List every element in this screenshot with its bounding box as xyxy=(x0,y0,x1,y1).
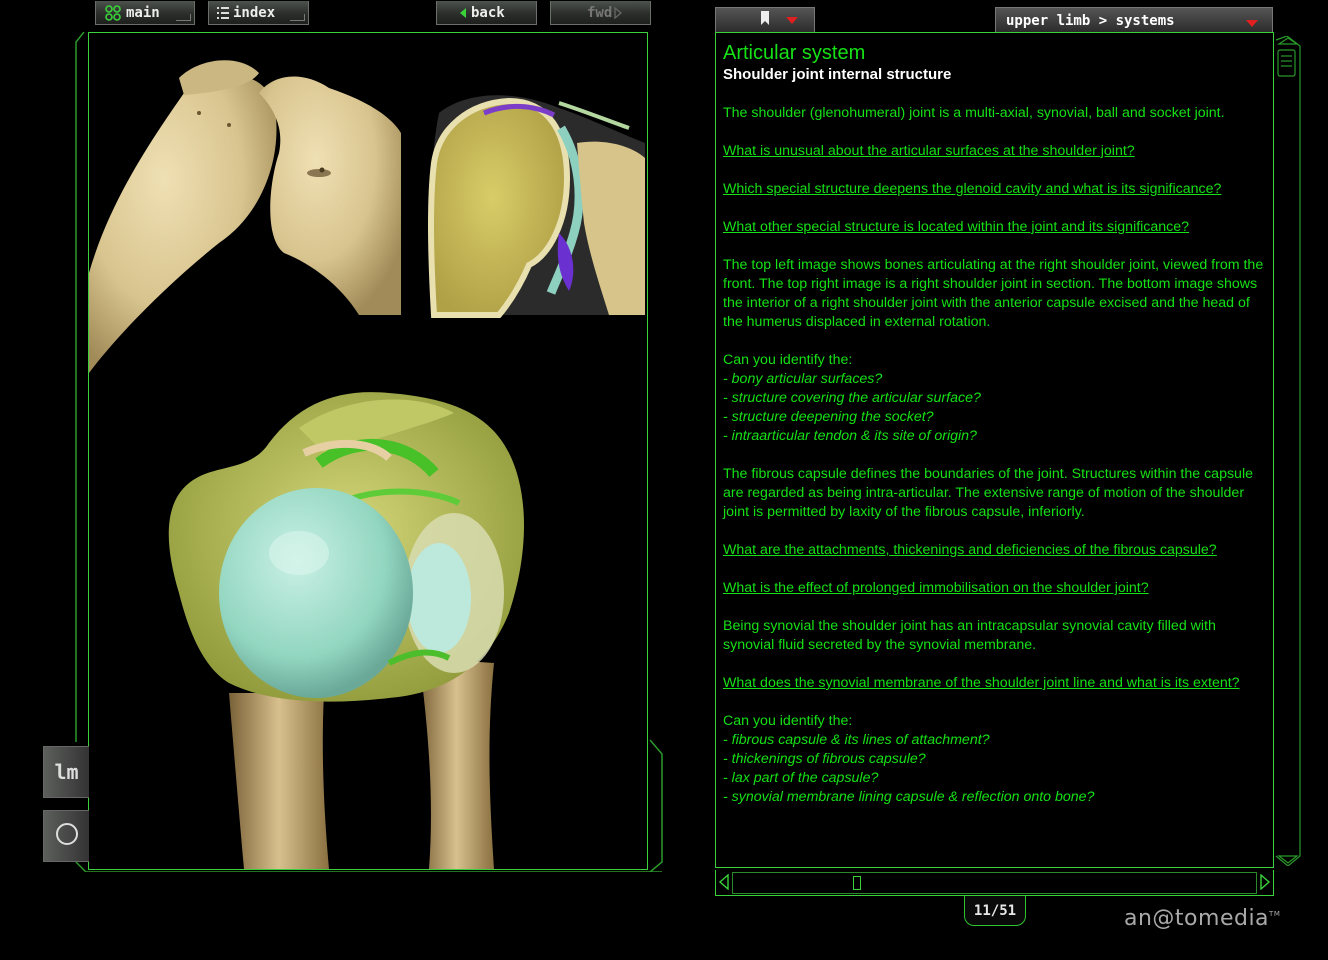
fwd-arrow-icon xyxy=(614,6,623,19)
index-button-label: index xyxy=(233,4,276,21)
list-item: - synovial membrane lining capsule & ref… xyxy=(723,789,1095,805)
question-link-special-structure[interactable]: What other special structure is located … xyxy=(723,218,1271,237)
back-arrow-icon xyxy=(459,7,467,19)
list-item: - thickenings of fibrous capsule? xyxy=(723,751,926,767)
main-button-label: main xyxy=(126,4,160,21)
bookmark-icon xyxy=(760,10,770,31)
list-item: - intraarticular tendon & its site of or… xyxy=(723,428,977,444)
circle-tab-icon xyxy=(55,822,79,851)
breadcrumb: upper limb > systems xyxy=(1006,12,1175,29)
logo-tm: TM xyxy=(1269,910,1281,918)
list-item: - structure deepening the socket? xyxy=(723,409,934,425)
question-link-glenoid-cavity[interactable]: Which special structure deepens the glen… xyxy=(723,180,1271,199)
scroll-left-arrow-icon[interactable] xyxy=(718,874,730,890)
capsule-text: The fibrous capsule defines the boundari… xyxy=(723,466,1253,520)
back-button[interactable]: back xyxy=(436,1,537,25)
list-item: - structure covering the articular surfa… xyxy=(723,390,981,406)
identify-list-2: Can you identify the: - fibrous capsule … xyxy=(723,712,1271,807)
index-button[interactable]: index xyxy=(208,1,309,25)
main-nav-icon xyxy=(104,4,122,21)
side-tab-lm[interactable]: lm xyxy=(43,746,89,798)
horizontal-scrollbar[interactable] xyxy=(715,870,1274,896)
page-subtitle: Shoulder joint internal structure xyxy=(723,66,952,83)
shoulder-joint-illustration xyxy=(89,60,645,869)
synovial-text: Being synovial the shoulder joint has an… xyxy=(723,618,1216,653)
page-counter: 11/51 xyxy=(964,896,1026,926)
side-tab-lm-label: lm xyxy=(54,760,79,784)
main-button[interactable]: main xyxy=(95,1,195,25)
index-list-icon xyxy=(217,6,229,20)
fwd-button[interactable]: fwd xyxy=(550,1,651,25)
list-item: - bony articular surfaces? xyxy=(723,371,883,387)
identify-list-1: Can you identify the: - bony articular s… xyxy=(723,351,1271,446)
horizontal-scroll-track[interactable] xyxy=(732,872,1257,894)
vertical-scrollbar[interactable] xyxy=(1275,36,1301,866)
bookmark-menu[interactable] xyxy=(715,7,815,33)
anatomy-image xyxy=(88,32,648,870)
question-link-articular-surfaces[interactable]: What is unusual about the articular surf… xyxy=(723,142,1271,161)
question-link-fibrous-capsule[interactable]: What are the attachments, thickenings an… xyxy=(723,541,1271,560)
page-title: Articular system xyxy=(723,42,866,64)
list-item: - fibrous capsule & its lines of attachm… xyxy=(723,732,990,748)
list-item: - lax part of the capsule? xyxy=(723,770,879,786)
side-tab-circle[interactable] xyxy=(43,810,89,862)
logo-text: an@tomedia xyxy=(1124,906,1270,931)
breadcrumb-dropdown[interactable]: upper limb > systems xyxy=(995,7,1273,33)
image-description: The top left image shows bones articulat… xyxy=(723,257,1264,330)
intro-text: The shoulder (glenohumeral) joint is a m… xyxy=(723,105,1225,121)
identify-heading: Can you identify the: xyxy=(723,713,853,729)
anatomedia-logo: an@tomediaTM xyxy=(1124,906,1280,931)
question-link-immobilisation[interactable]: What is the effect of prolonged immobili… xyxy=(723,579,1271,598)
dropdown-arrow-icon xyxy=(786,12,798,30)
question-link-synovial-membrane[interactable]: What does the synovial membrane of the s… xyxy=(723,674,1271,693)
fwd-button-label: fwd xyxy=(587,4,613,21)
scroll-right-arrow-icon[interactable] xyxy=(1259,874,1271,890)
page-counter-text: 11/51 xyxy=(973,902,1017,919)
dropdown-arrow-icon xyxy=(1246,16,1258,32)
text-panel: Articular system Shoulder joint internal… xyxy=(715,32,1274,868)
horizontal-scroll-thumb[interactable] xyxy=(853,876,861,890)
identify-heading: Can you identify the: xyxy=(723,352,853,368)
back-button-label: back xyxy=(471,4,505,21)
